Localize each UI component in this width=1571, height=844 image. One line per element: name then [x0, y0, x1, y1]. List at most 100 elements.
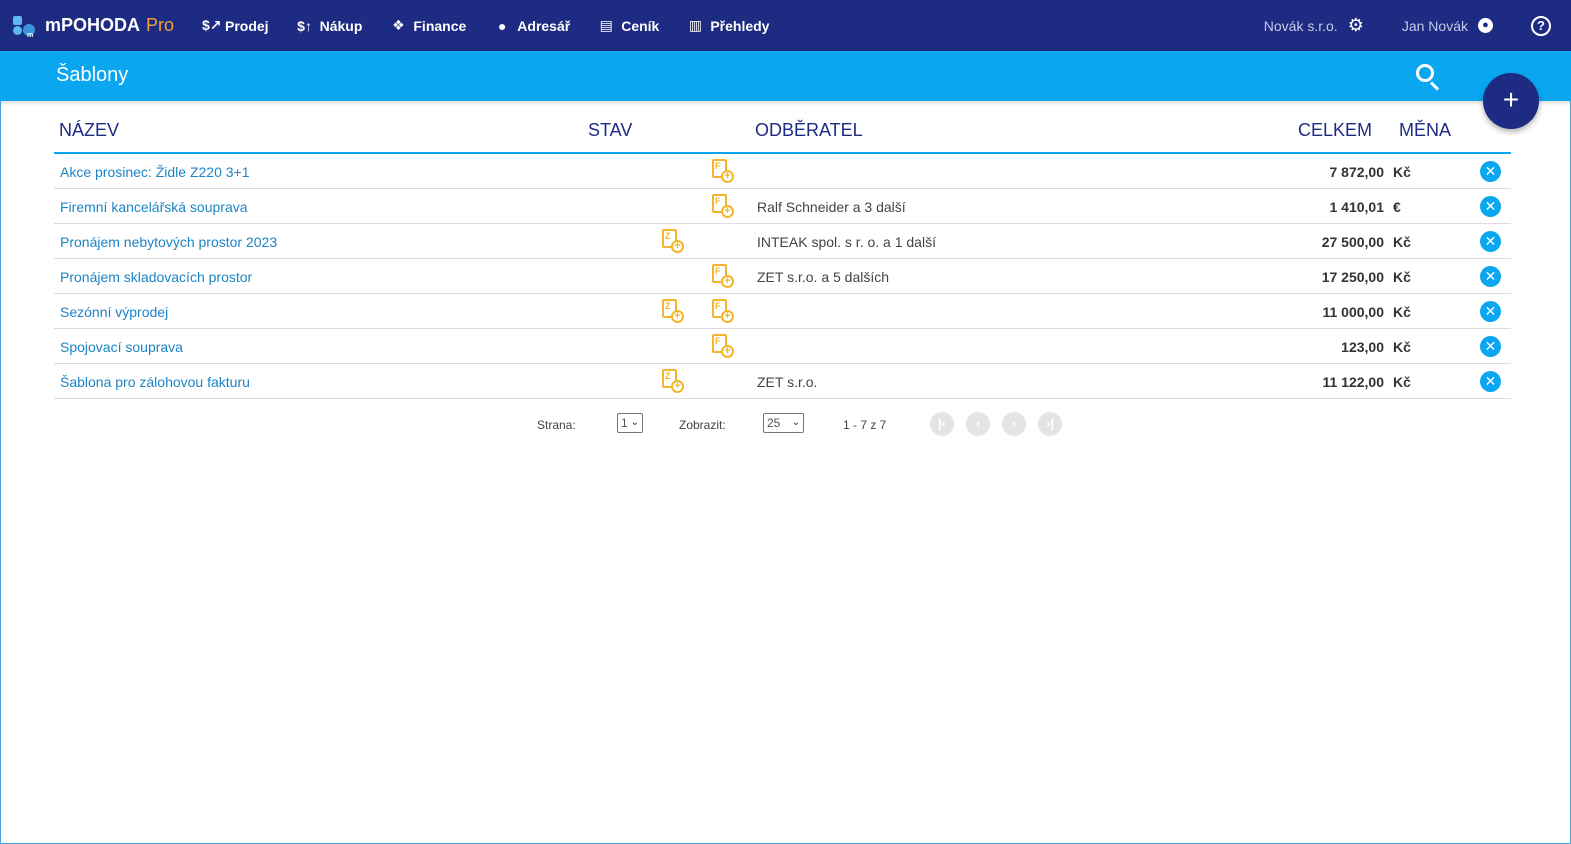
advance-invoice-icon[interactable]: Z +: [660, 299, 684, 325]
nav-label: Prodej: [225, 17, 269, 34]
nav-item-prehledy[interactable]: ▥ Přehledy: [673, 0, 783, 51]
table-row[interactable]: Spojovací souprava F + 123,00 Kč ✕: [54, 329, 1511, 364]
invoice-icon[interactable]: F +: [710, 264, 734, 290]
table-row[interactable]: Sezónní výprodej Z + F + 11 000,00 Kč ✕: [54, 294, 1511, 329]
sales-icon: $↗: [202, 17, 222, 33]
nav-label: Přehledy: [710, 17, 770, 34]
total: 11 122,00: [1322, 374, 1384, 390]
user-name[interactable]: Jan Novák: [1402, 18, 1468, 34]
nav-label: Ceník: [621, 17, 660, 34]
template-name-link[interactable]: Šablona pro zálohovou fakturu: [60, 374, 250, 390]
top-nav-bar: m mPOHODA Pro $↗ Prodej $↑ Nákup ❖ Finance …: [0, 0, 1571, 51]
nav-item-nakup[interactable]: $↑ Nákup: [283, 0, 377, 51]
brand[interactable]: m mPOHODA Pro: [13, 14, 188, 39]
template-name-link[interactable]: Pronájem nebytových prostor 2023: [60, 234, 277, 250]
page-select-value: 1: [621, 416, 628, 430]
search-icon[interactable]: [1414, 62, 1442, 91]
purchase-icon: $↑: [297, 17, 312, 34]
customer: ZET s.r.o.: [757, 374, 818, 390]
company-name[interactable]: Novák s.r.o.: [1264, 18, 1338, 34]
total: 123,00: [1341, 339, 1384, 355]
total: 7 872,00: [1329, 164, 1385, 180]
nav-label: Adresář: [517, 17, 571, 34]
nav-item-prodej[interactable]: $↗ Prodej: [188, 0, 283, 51]
total: 1 410,01: [1329, 199, 1385, 215]
column-header-status[interactable]: STAV: [588, 120, 632, 141]
page-range: 1 - 7 z 7: [843, 418, 887, 432]
nav-label: Finance: [413, 17, 467, 34]
column-header-currency[interactable]: MĚNA: [1399, 120, 1451, 141]
page-title: Šablony: [56, 64, 129, 86]
clipboard-icon: ▤: [599, 17, 613, 33]
user-icon[interactable]: ●: [1478, 18, 1493, 33]
customer: ZET s.r.o. a 5 dalších: [757, 269, 890, 285]
table-body: Akce prosinec: Židle Z220 3+1 F + 7 872,00 K…: [54, 154, 1511, 399]
page-select[interactable]: 1 ⌄: [617, 413, 643, 433]
delete-icon[interactable]: ✕: [1480, 231, 1501, 252]
invoice-icon[interactable]: F +: [710, 334, 734, 360]
currency: Kč: [1393, 339, 1411, 355]
total: 11 000,00: [1322, 304, 1384, 320]
delete-icon[interactable]: ✕: [1480, 336, 1501, 357]
bar-chart-icon: ▥: [688, 17, 702, 33]
total: 27 500,00: [1321, 234, 1384, 250]
chevron-down-icon: ⌄: [630, 417, 639, 428]
customer: INTEAK spol. s r. o. a 1 další: [757, 234, 936, 250]
page-size-select[interactable]: 25 ⌄: [763, 413, 804, 433]
table-header: NÁZEV STAV ODBĚRATEL CELKEM MĚNA: [54, 106, 1511, 154]
delete-icon[interactable]: ✕: [1480, 266, 1501, 287]
nav-item-finance[interactable]: ❖ Finance: [376, 0, 480, 51]
currency: Kč: [1393, 304, 1411, 320]
currency: Kč: [1393, 374, 1411, 390]
invoice-icon[interactable]: F +: [710, 194, 734, 220]
currency: Kč: [1393, 164, 1411, 180]
column-header-customer[interactable]: ODBĚRATEL: [755, 120, 863, 141]
last-page-icon[interactable]: ›|: [1038, 412, 1062, 436]
prev-page-icon[interactable]: ‹: [966, 412, 990, 436]
currency: Kč: [1393, 234, 1411, 250]
advance-invoice-icon[interactable]: Z +: [660, 229, 684, 255]
delete-icon[interactable]: ✕: [1480, 371, 1501, 392]
top-right: Novák s.r.o. ⚙ Jan Novák ● ?: [1264, 0, 1571, 51]
table-row[interactable]: Šablona pro zálohovou fakturu Z + ZET s.r.o…: [54, 364, 1511, 399]
template-name-link[interactable]: Firemní kancelářská souprava: [60, 199, 248, 215]
template-name-link[interactable]: Pronájem skladovacích prostor: [60, 269, 252, 285]
template-name-link[interactable]: Akce prosinec: Židle Z220 3+1: [60, 164, 250, 180]
nav-item-adresar[interactable]: ● Adresář: [480, 0, 584, 51]
template-name-link[interactable]: Spojovací souprava: [60, 339, 183, 355]
finance-icon: ❖: [392, 17, 405, 33]
next-page-icon[interactable]: ›: [1002, 412, 1026, 436]
main-nav: $↗ Prodej $↑ Nákup ❖ Finance ● Adresář ▤ Cení…: [188, 0, 783, 51]
delete-icon[interactable]: ✕: [1480, 301, 1501, 322]
table-row[interactable]: Akce prosinec: Židle Z220 3+1 F + 7 872,00 K…: [54, 154, 1511, 189]
table-row[interactable]: Pronájem nebytových prostor 2023 Z + INTEAK…: [54, 224, 1511, 259]
chevron-down-icon: ⌄: [791, 417, 800, 428]
page-size-value: 25: [767, 416, 781, 430]
help-icon[interactable]: ?: [1531, 15, 1551, 36]
gear-icon[interactable]: ⚙: [1348, 15, 1364, 36]
delete-icon[interactable]: ✕: [1480, 196, 1501, 217]
nav-item-cenik[interactable]: ▤ Ceník: [584, 0, 673, 51]
pagination: Strana: 1 ⌄ Zobrazit: 25 ⌄ 1 - 7 z 7 |‹ ‹ …: [0, 412, 1571, 436]
advance-invoice-icon[interactable]: Z +: [660, 369, 684, 395]
page-size-label: Zobrazit:: [679, 418, 726, 432]
invoice-icon[interactable]: F +: [710, 159, 734, 185]
first-page-icon[interactable]: |‹: [930, 412, 954, 436]
page-label: Strana:: [537, 418, 576, 432]
templates-table: NÁZEV STAV ODBĚRATEL CELKEM MĚNA Akce pr…: [54, 106, 1511, 399]
column-header-total[interactable]: CELKEM: [1298, 120, 1372, 141]
currency: €: [1393, 199, 1401, 215]
customer: Ralf Schneider a 3 další: [757, 199, 906, 215]
nav-label: Nákup: [319, 17, 363, 34]
table-row[interactable]: Firemní kancelářská souprava F + Ralf Schne…: [54, 189, 1511, 224]
delete-icon[interactable]: ✕: [1480, 161, 1501, 182]
table-row[interactable]: Pronájem skladovacích prostor F + ZET s.r.o…: [54, 259, 1511, 294]
total: 17 250,00: [1321, 269, 1384, 285]
logo-icon: m: [13, 14, 37, 39]
person-icon: ●: [498, 17, 507, 34]
brand-edition: Pro: [146, 15, 175, 35]
page-header: Šablony: [0, 51, 1571, 101]
column-header-name[interactable]: NÁZEV: [59, 120, 119, 141]
invoice-icon[interactable]: F +: [710, 299, 734, 325]
template-name-link[interactable]: Sezónní výprodej: [60, 304, 168, 320]
